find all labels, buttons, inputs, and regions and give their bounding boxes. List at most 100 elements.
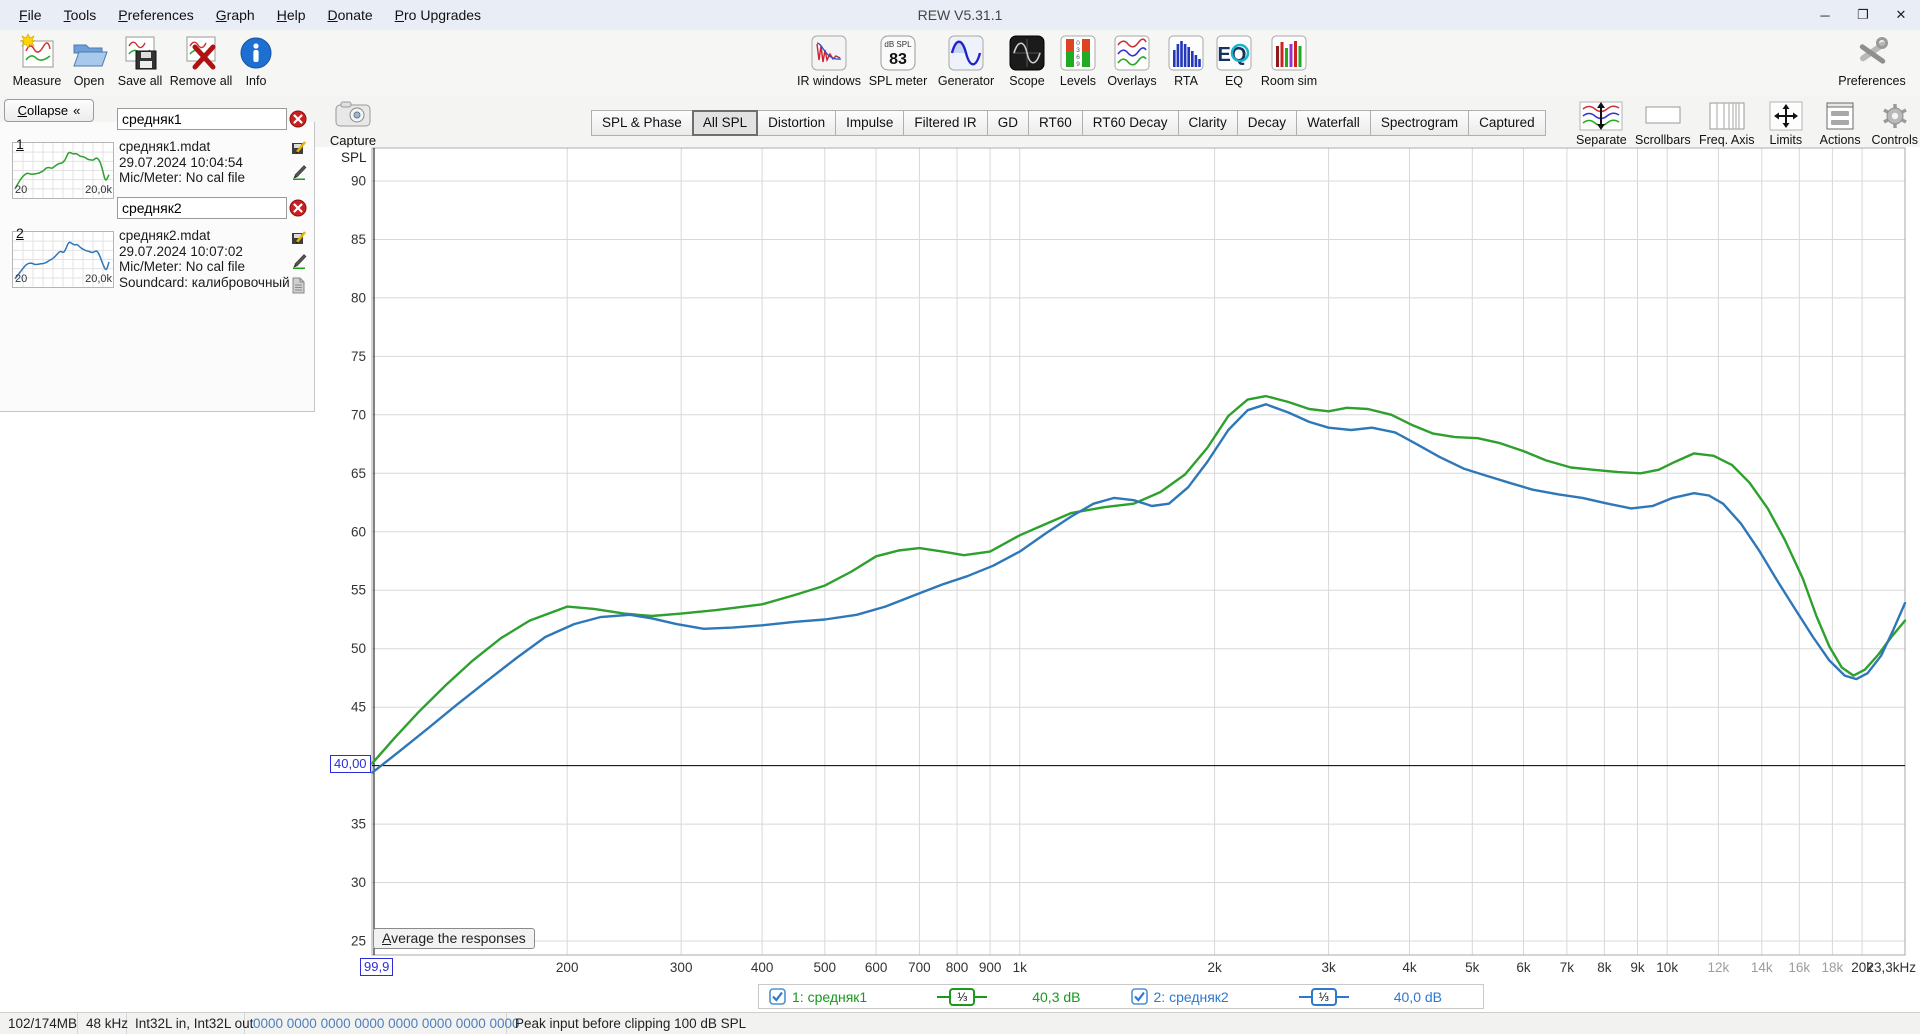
tab-rt60-decay[interactable]: RT60 Decay — [1081, 110, 1179, 136]
collapse-panel-button[interactable]: Collapse « — [4, 99, 94, 122]
tab-clarity[interactable]: Clarity — [1177, 110, 1238, 136]
rew-window: File Tools Preferences Graph Help Donate… — [0, 0, 1920, 1034]
average-responses-tooltip: Average the responses — [373, 928, 535, 949]
capture-button[interactable]: Capture — [322, 100, 384, 150]
tab-filtered-ir[interactable]: Filtered IR — [903, 110, 988, 136]
maximize-button[interactable]: ❐ — [1844, 0, 1882, 30]
separate-icon — [1578, 100, 1624, 132]
main-toolbar: Measure Open Save all Remove all Info IR… — [0, 30, 1920, 96]
measurement-2-cal-file-icon[interactable] — [291, 277, 306, 299]
menu-donate[interactable]: Donate — [319, 4, 382, 26]
measurement-2-save-icon[interactable] — [291, 229, 307, 250]
legend-1-checkbox[interactable] — [769, 988, 786, 1005]
remove-icon — [180, 33, 222, 73]
measurement-2-number-link[interactable]: 2 — [16, 225, 24, 241]
measurement-1-name-input[interactable] — [117, 108, 287, 130]
menu-bar: File Tools Preferences Graph Help Donate… — [0, 4, 490, 26]
tab-spl-phase[interactable]: SPL & Phase — [591, 110, 693, 136]
thumb-1-min-label: 20 — [15, 184, 28, 196]
spl-chart-plot[interactable]: SPL9085807570656055504540353025200300400… — [330, 140, 1920, 985]
info-button[interactable]: Info — [234, 33, 278, 88]
scrollbars-button[interactable]: Scrollbars — [1635, 100, 1691, 147]
measurement-2-delete-button[interactable] — [289, 199, 307, 217]
legend-1-smoothing-button[interactable]: ⅓ — [937, 987, 988, 1006]
status-sample-rate: 48 kHz — [78, 1013, 128, 1034]
room-sim-button[interactable]: Room sim — [1257, 33, 1321, 88]
separate-button[interactable]: Separate — [1576, 100, 1627, 147]
scope-button[interactable]: Scope — [1001, 33, 1053, 88]
measure-icon — [16, 33, 58, 73]
legend-2-smoothing-button[interactable]: ⅓ — [1298, 987, 1349, 1006]
svg-text:2k: 2k — [1207, 960, 1222, 975]
svg-text:12k: 12k — [1708, 960, 1730, 975]
menu-preferences[interactable]: Preferences — [109, 4, 203, 26]
ir-windows-button[interactable]: IR windows — [793, 33, 865, 88]
generator-button[interactable]: Generator — [931, 33, 1001, 88]
measurement-1-number-link[interactable]: 1 — [16, 136, 24, 152]
measure-button[interactable]: Measure — [8, 33, 66, 88]
tab-all-spl[interactable]: All SPL — [691, 110, 759, 136]
svg-text:3k: 3k — [1321, 960, 1336, 975]
svg-text:900: 900 — [979, 960, 1002, 975]
tab-impulse[interactable]: Impulse — [835, 110, 905, 136]
title-bar: File Tools Preferences Graph Help Donate… — [0, 0, 1920, 30]
tab-rt60[interactable]: RT60 — [1027, 110, 1083, 136]
status-bar: 102/174MB 48 kHz Int32L in, Int32L out 0… — [0, 1012, 1920, 1034]
svg-text:65: 65 — [351, 466, 366, 481]
svg-text:16k: 16k — [1788, 960, 1810, 975]
limits-icon — [1763, 100, 1809, 132]
tab-decay[interactable]: Decay — [1236, 110, 1298, 136]
measurement-1-info: средняк1.mdat 29.07.2024 10:04:54 Mic/Me… — [119, 139, 245, 186]
legend-2-checkbox[interactable] — [1130, 988, 1148, 1005]
controls-button[interactable]: Controls — [1871, 100, 1918, 147]
tab-captured[interactable]: Captured — [1468, 110, 1546, 136]
collapse-chevrons-icon: « — [73, 103, 81, 118]
svg-text:600: 600 — [865, 960, 888, 975]
ir-windows-icon — [808, 33, 850, 73]
save-all-button[interactable]: Save all — [112, 33, 168, 88]
limits-button[interactable]: Limits — [1763, 100, 1809, 147]
measurement-2-datetime: 29.07.2024 10:07:02 — [119, 243, 243, 259]
minimize-button[interactable]: ─ — [1806, 0, 1844, 30]
svg-text:8k: 8k — [1597, 960, 1612, 975]
overlays-button[interactable]: Overlays — [1103, 33, 1161, 88]
svg-text:700: 700 — [908, 960, 931, 975]
rta-button[interactable]: RTA — [1161, 33, 1211, 88]
svg-text:83: 83 — [889, 51, 907, 68]
status-memory: 102/174MB — [0, 1013, 78, 1034]
spl-meter-button[interactable]: dB SPL 83 SPL meter — [865, 33, 931, 88]
tab-spectrogram[interactable]: Spectrogram — [1369, 110, 1470, 136]
actions-button[interactable]: Actions — [1817, 100, 1863, 147]
menu-graph[interactable]: Graph — [207, 4, 264, 26]
camera-icon — [335, 101, 371, 131]
open-folder-icon — [68, 33, 110, 73]
measurement-1-notes-pencil-icon[interactable] — [291, 164, 307, 185]
tab-gd[interactable]: GD — [986, 110, 1029, 136]
freq-axis-button[interactable]: Freq. Axis — [1699, 100, 1755, 147]
gear-icon — [1872, 100, 1918, 132]
eq-button[interactable]: EQ EQ — [1211, 33, 1257, 88]
tab-distortion[interactable]: Distortion — [757, 110, 837, 136]
preferences-button[interactable]: Preferences — [1832, 33, 1912, 88]
menu-help[interactable]: Help — [268, 4, 315, 26]
menu-file[interactable]: File — [10, 4, 51, 26]
tab-waterfall[interactable]: Waterfall — [1296, 110, 1371, 136]
cursor-freq-label: 99,9 — [360, 958, 394, 976]
measurement-1-filename: средняк1.mdat — [119, 139, 211, 154]
measurement-1-delete-button[interactable] — [289, 110, 307, 128]
open-button[interactable]: Open — [66, 33, 112, 88]
remove-all-button[interactable]: Remove all — [168, 33, 234, 88]
svg-text:dB SPL: dB SPL — [884, 40, 912, 49]
menu-tools[interactable]: Tools — [55, 4, 106, 26]
svg-text:200: 200 — [556, 960, 579, 975]
menu-pro-upgrades[interactable]: Pro Upgrades — [386, 4, 490, 26]
measurement-2-notes-pencil-icon[interactable] — [291, 253, 307, 274]
svg-text:4k: 4k — [1402, 960, 1417, 975]
graph-tabs: SPL & Phase All SPL Distortion Impulse Filte… — [591, 110, 1546, 136]
info-icon — [235, 33, 277, 73]
measurement-2-name-input[interactable] — [117, 197, 287, 219]
measurement-1-save-icon[interactable] — [291, 139, 307, 160]
svg-text:9: 9 — [1076, 61, 1080, 68]
close-button[interactable]: ✕ — [1882, 0, 1920, 30]
levels-button[interactable]: 0369 Levels — [1053, 33, 1103, 88]
